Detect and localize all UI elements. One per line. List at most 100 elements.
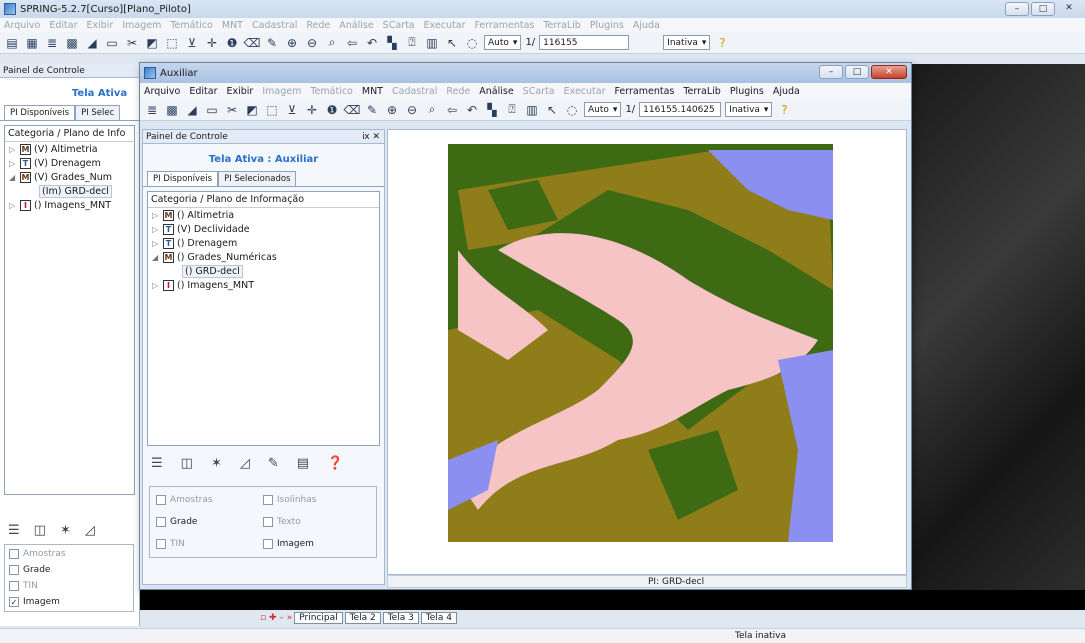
screen-tab[interactable]: Principal [294, 612, 343, 624]
tree-subitem[interactable]: () GRD-decl [148, 264, 379, 278]
expand-open-icon[interactable]: ◢ [152, 253, 160, 262]
menu-0[interactable]: Arquivo [144, 86, 180, 97]
screen-tab[interactable]: Tela 3 [382, 612, 419, 624]
view-icon[interactable]: ◫ [34, 523, 46, 538]
option-grade[interactable]: Grade [156, 515, 263, 529]
zoom-out-icon[interactable]: ⊖ [404, 102, 420, 118]
option-isolinhas[interactable]: Isolinhas [263, 493, 370, 507]
menu-6[interactable]: Cadastral [252, 20, 297, 31]
menu-5[interactable]: MNT [222, 20, 243, 31]
select-icon[interactable]: ⬚ [164, 35, 180, 51]
view-icon[interactable]: ◫ [181, 456, 193, 471]
layers-icon[interactable]: ≣ [144, 102, 160, 118]
option-amostras[interactable]: Amostras [156, 493, 263, 507]
pencil-icon[interactable]: ✎ [264, 35, 280, 51]
info-icon[interactable]: ❶ [324, 102, 340, 118]
grid-icon[interactable]: ▩ [164, 102, 180, 118]
table-icon[interactable]: ▥ [424, 35, 440, 51]
minimize-button[interactable]: – [1005, 2, 1029, 16]
zoom-select-icon[interactable]: ⍰ [504, 102, 520, 118]
expand-icon[interactable]: ▷ [152, 211, 160, 220]
menu-0[interactable]: Arquivo [4, 20, 40, 31]
main-image-view[interactable] [910, 64, 1085, 596]
menu-14[interactable]: Ajuda [633, 20, 660, 31]
tab-pi-selecionados[interactable]: PI Selec [75, 105, 121, 120]
close-button[interactable]: ✕ [1057, 2, 1081, 16]
expand-icon[interactable]: ▷ [152, 239, 160, 248]
maximize-button[interactable]: □ [1031, 2, 1055, 16]
expand-icon[interactable]: ▷ [9, 201, 17, 210]
draw-box-icon[interactable]: ⊻ [284, 102, 300, 118]
tree-item[interactable]: ▷ T (V) Drenagem [5, 156, 134, 170]
project-icon[interactable]: ▦ [24, 35, 40, 51]
option-imagem[interactable]: ✓ Imagem [9, 597, 129, 607]
expand-icon[interactable]: ▷ [152, 225, 160, 234]
expand-icon[interactable]: ▷ [9, 145, 17, 154]
scale-mode-select[interactable]: Auto ▾ [584, 102, 622, 117]
back-icon[interactable]: ⇦ [444, 102, 460, 118]
menu-8[interactable]: Análise [479, 86, 513, 97]
screen-tab[interactable]: Tela 4 [420, 612, 457, 624]
tab-pi-selecionados[interactable]: PI Selecionados [218, 171, 297, 186]
checkbox[interactable] [263, 539, 273, 549]
checkbox[interactable] [9, 565, 19, 575]
zoom-area-icon[interactable]: ⌕ [424, 102, 440, 118]
tree-item[interactable]: ◢ M() Grades_Numéricas [148, 250, 379, 264]
option-imagem[interactable]: Imagem [263, 537, 370, 551]
tree-item[interactable]: ◢ M (V) Grades_Num [5, 170, 134, 184]
checkbox[interactable] [263, 517, 273, 527]
menu-12[interactable]: TerraLib [543, 20, 580, 31]
checkbox[interactable] [156, 539, 166, 549]
menu-11[interactable]: Ferramentas [474, 20, 534, 31]
option-amostras[interactable]: Amostras [9, 549, 129, 559]
cursor-icon[interactable]: ↖ [544, 102, 560, 118]
display-icon[interactable]: ◩ [144, 35, 160, 51]
option-tin[interactable]: TIN [156, 537, 263, 551]
menu-3[interactable]: Imagem [262, 86, 301, 97]
scale-mode-select[interactable]: Auto ▾ [484, 35, 522, 50]
select-icon[interactable]: ⬚ [264, 102, 280, 118]
status-select[interactable]: Inativa ▾ [663, 35, 711, 50]
panel-close-icon[interactable]: ⅸ ✕ [362, 130, 380, 143]
list-icon[interactable]: ☰ [151, 456, 163, 471]
menu-6[interactable]: Cadastral [392, 86, 437, 97]
help-icon[interactable]: ? [776, 102, 792, 118]
menu-10[interactable]: Executar [424, 20, 466, 31]
menu-4[interactable]: Temático [170, 20, 213, 31]
undo-icon[interactable]: ↶ [364, 35, 380, 51]
table-icon[interactable]: ▥ [524, 102, 540, 118]
maximize-button[interactable]: □ [845, 65, 869, 79]
checkbox[interactable] [263, 495, 273, 505]
pencil-icon[interactable]: ✎ [268, 456, 279, 471]
expand-icon[interactable]: ▷ [9, 159, 17, 168]
chart-icon[interactable]: ◿ [85, 523, 95, 538]
close-button[interactable]: ✕ [871, 65, 907, 79]
zoom-in-icon[interactable]: ⊕ [284, 35, 300, 51]
checkbox[interactable] [9, 581, 19, 591]
checkbox[interactable] [156, 495, 166, 505]
menu-13[interactable]: Plugins [590, 20, 624, 31]
checkbox[interactable]: ✓ [9, 597, 19, 607]
tree-item[interactable]: ▷ M() Altimetria [148, 208, 379, 222]
tree-item[interactable]: ▷ I() Imagens_MNT [5, 198, 134, 212]
back-icon[interactable]: ⇦ [344, 35, 360, 51]
database-icon[interactable]: ▤ [4, 35, 20, 51]
tree-subitem[interactable]: (Im) GRD-decl [5, 184, 134, 198]
option-texto[interactable]: Texto [263, 515, 370, 529]
checkbox[interactable] [156, 517, 166, 527]
cursor-icon[interactable]: ↖ [444, 35, 460, 51]
tools-icon[interactable]: ✂ [124, 35, 140, 51]
menu-4[interactable]: Temático [310, 86, 353, 97]
chart-icon[interactable]: ◿ [240, 456, 250, 471]
menu-10[interactable]: Executar [564, 86, 606, 97]
menu-7[interactable]: Rede [306, 20, 330, 31]
menu-1[interactable]: Editar [189, 86, 217, 97]
zoom-in-icon[interactable]: ⊕ [384, 102, 400, 118]
help-icon[interactable]: ❓ [327, 456, 343, 471]
menu-3[interactable]: Imagem [122, 20, 161, 31]
tools-icon[interactable]: ✂ [224, 102, 240, 118]
refresh-icon[interactable]: ◌ [464, 35, 480, 51]
grid-icon[interactable]: ▩ [64, 35, 80, 51]
palette-icon[interactable]: ▚ [384, 35, 400, 51]
minimize-button[interactable]: – [819, 65, 843, 79]
